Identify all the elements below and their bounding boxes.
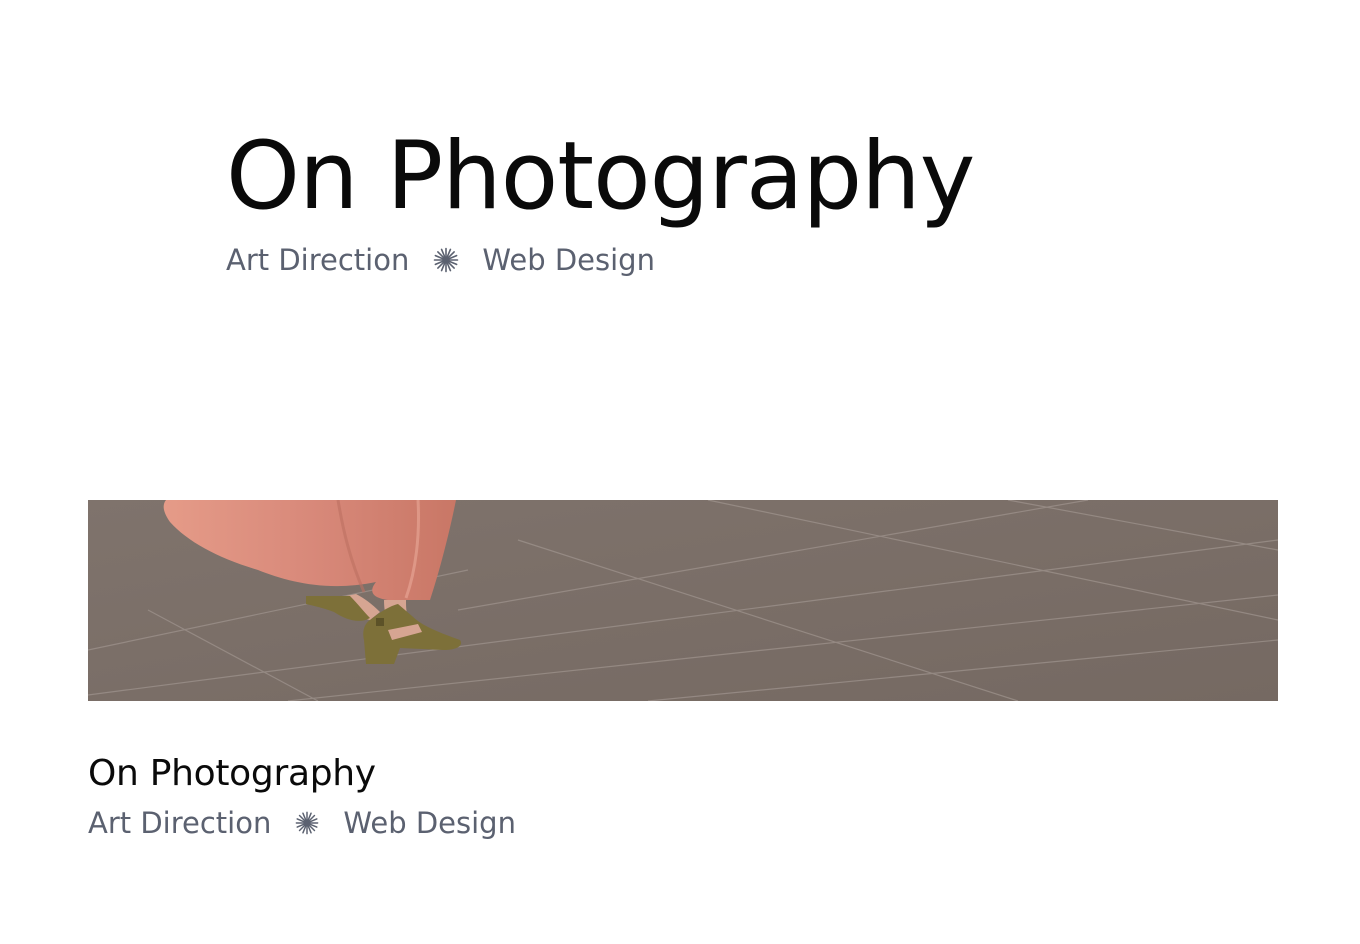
tag-web-design: Web Design: [482, 243, 655, 277]
card-tag-art-direction: Art Direction: [88, 806, 272, 840]
asterisk-burst-icon: [295, 811, 319, 835]
cover-photo: [88, 500, 1278, 701]
project-hero: On Photography Art Direction Web Design: [226, 122, 975, 278]
project-card[interactable]: On Photography Art Direction Web Design: [88, 500, 1278, 841]
tag-art-direction: Art Direction: [226, 243, 410, 277]
page-title: On Photography: [226, 122, 975, 231]
card-tags: Art Direction Web Design: [88, 805, 1278, 841]
card-tag-web-design: Web Design: [343, 806, 516, 840]
asterisk-burst-icon: [433, 247, 459, 273]
project-tags: Art Direction Web Design: [226, 242, 974, 278]
card-title[interactable]: On Photography: [88, 751, 1278, 797]
project-cover-image[interactable]: [88, 500, 1278, 701]
